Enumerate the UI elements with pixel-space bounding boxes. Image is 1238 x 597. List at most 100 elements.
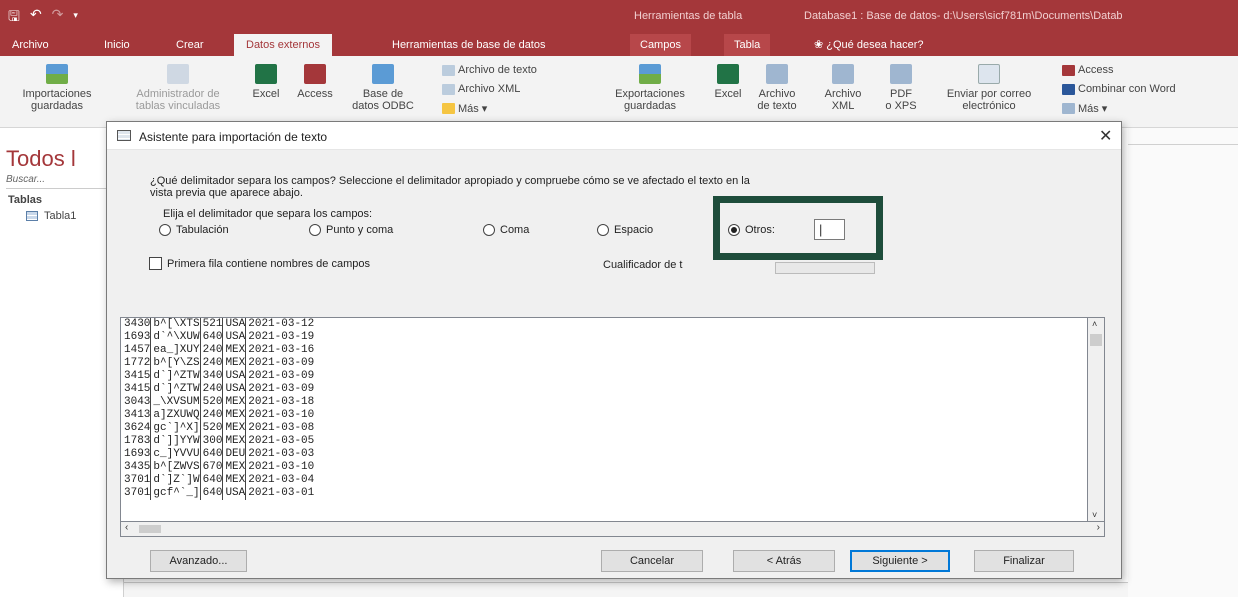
import-xml-button[interactable]: Archivo XML — [442, 83, 520, 95]
export-access-button[interactable]: Access — [1062, 64, 1113, 76]
pdf-icon — [890, 64, 912, 84]
label: Más — [1078, 102, 1099, 115]
preview-cell: 2021-03-10 — [245, 461, 314, 474]
exportaciones-guardadas-button[interactable]: Exportaciones guardadas — [604, 64, 696, 112]
atras-button[interactable]: < Atrás — [733, 550, 835, 572]
tab-campos[interactable]: Campos — [630, 34, 691, 56]
scroll-thumb[interactable] — [1090, 334, 1102, 346]
preview-cell: 2021-03-09 — [245, 357, 314, 370]
label: Exportaciones — [615, 88, 685, 100]
tab-datos-externos[interactable]: Datos externos — [234, 34, 332, 56]
preview-cell: 2021-03-18 — [245, 396, 314, 409]
save-icon[interactable]: 🖫 — [8, 6, 20, 30]
tab-tabla[interactable]: Tabla — [724, 34, 771, 56]
preview-cell: 240 — [199, 357, 222, 370]
export-xml-button[interactable]: Archivo XML — [820, 64, 866, 112]
preview-cell: 1772 — [124, 357, 151, 369]
first-row-headers-checkbox[interactable]: Primera fila contiene nombres de campos — [149, 257, 370, 270]
label: o XPS — [885, 100, 917, 112]
importaciones-guardadas-button[interactable]: Importaciones guardadas — [10, 64, 104, 112]
vertical-scrollbar[interactable]: ˄ ˅ — [1088, 317, 1105, 522]
label: Excel — [714, 88, 742, 100]
merge-word-button[interactable]: Combinar con Word — [1062, 83, 1176, 95]
label: Archivo — [758, 88, 796, 100]
data-preview[interactable]: 3430 b^[\XTS 521 USA 2021-03-12 1693 d`^\XUW 64… — [120, 317, 1088, 522]
import-excel-button[interactable]: Excel — [246, 64, 286, 100]
excel-icon — [717, 64, 739, 84]
preview-cell: MEX — [222, 474, 245, 487]
import-more-button[interactable]: Más ▾ — [442, 102, 487, 115]
customize-qat-icon[interactable]: ▾ — [73, 6, 78, 30]
label: Enviar por correo — [946, 88, 1032, 100]
label: Administrador de — [136, 88, 220, 100]
tab-inicio[interactable]: Inicio — [98, 34, 136, 56]
scroll-down-icon[interactable]: ˅ — [1092, 510, 1097, 520]
radio-button — [159, 224, 171, 236]
radio-coma[interactable]: Coma — [483, 224, 529, 236]
label: XML — [831, 100, 855, 112]
cancelar-button[interactable]: Cancelar — [601, 550, 703, 572]
preview-cell: 2021-03-10 — [245, 409, 314, 422]
finalizar-button[interactable]: Finalizar — [974, 550, 1074, 572]
nav-item-tabla1[interactable]: Tabla1 — [26, 210, 76, 222]
prompt-line: vista previa que aparece abajo. — [150, 187, 303, 199]
preview-cell: USA — [222, 383, 245, 396]
export-pdf-button[interactable]: PDF o XPS — [880, 64, 922, 112]
label: Tabulación — [176, 224, 229, 236]
export-more-button[interactable]: Más ▾ — [1062, 102, 1107, 115]
radio-espacio[interactable]: Espacio — [597, 224, 653, 236]
text-file-icon — [442, 64, 455, 76]
label: Tabla1 — [44, 210, 77, 222]
preview-row: 3413 a]ZXUWQ 240 MEX 2021-03-10 — [124, 409, 314, 422]
preview-cell: 240 — [199, 344, 222, 357]
checkbox — [149, 257, 162, 270]
close-icon[interactable]: ✕ — [1099, 126, 1112, 146]
radio-button — [483, 224, 495, 236]
workspace-right — [1128, 128, 1238, 597]
text-qualifier-select[interactable] — [775, 262, 875, 274]
preview-cell: 3430 — [124, 318, 151, 330]
divider — [6, 188, 116, 189]
preview-cell: d`]]YYW — [150, 435, 200, 448]
import-odbc-button[interactable]: Base de datos ODBC — [350, 64, 416, 112]
administrador-tablas-button[interactable]: Administrador de tablas vinculadas — [116, 64, 240, 112]
import-text-file-button[interactable]: Archivo de texto — [442, 64, 537, 76]
scroll-thumb[interactable] — [139, 525, 161, 533]
nav-heading[interactable]: Todos l — [6, 146, 76, 172]
preview-cell: USA — [222, 487, 245, 500]
nav-search-input[interactable]: Buscar... — [6, 174, 45, 185]
preview-cell: ea_]XUY — [150, 344, 200, 357]
redo-icon[interactable]: ↷ — [52, 6, 64, 30]
send-email-button[interactable]: Enviar por correo electrónico — [934, 64, 1044, 112]
tab-crear[interactable]: Crear — [170, 34, 210, 56]
horizontal-scrollbar[interactable]: ‹ › — [120, 522, 1105, 537]
label: Archivo de texto — [458, 64, 537, 76]
more-icon — [1062, 103, 1075, 114]
highlight-box — [713, 196, 883, 260]
label: PDF — [890, 88, 912, 100]
tab-archivo[interactable]: Archivo — [6, 34, 55, 56]
tab-herramientas-bd[interactable]: Herramientas de base de datos — [386, 34, 551, 56]
label: Primera fila contiene nombres de campos — [167, 257, 370, 270]
preview-cell: 2021-03-08 — [245, 422, 314, 435]
preview-cell: 2021-03-03 — [245, 448, 314, 461]
preview-row: 3415 d`]^ZTW 340 USA 2021-03-09 — [124, 370, 314, 383]
scroll-up-icon[interactable]: ˄ — [1092, 319, 1097, 329]
avanzado-button[interactable]: Avanzado... — [150, 550, 247, 572]
radio-tabulacion[interactable]: Tabulación — [159, 224, 229, 236]
nav-group-tablas[interactable]: Tablas — [8, 194, 42, 206]
export-excel-button[interactable]: Excel — [708, 64, 748, 100]
scroll-left-icon[interactable]: ‹ — [125, 522, 128, 533]
export-text-button[interactable]: Archivo de texto — [752, 64, 802, 112]
undo-icon[interactable]: ↶ — [30, 6, 42, 30]
preview-cell: 640 — [199, 331, 222, 344]
preview-cell: 3413 — [124, 409, 151, 421]
scroll-right-icon[interactable]: › — [1097, 522, 1100, 533]
preview-cell: USA — [222, 318, 245, 331]
siguiente-button[interactable]: Siguiente > — [850, 550, 950, 572]
preview-cell: 521 — [199, 318, 222, 331]
tell-me-box[interactable]: ❀ ¿Qué desea hacer? — [808, 34, 930, 56]
import-access-button[interactable]: Access — [292, 64, 338, 100]
radio-punto-y-coma[interactable]: Punto y coma — [309, 224, 393, 236]
preview-cell: 640 — [199, 487, 222, 500]
